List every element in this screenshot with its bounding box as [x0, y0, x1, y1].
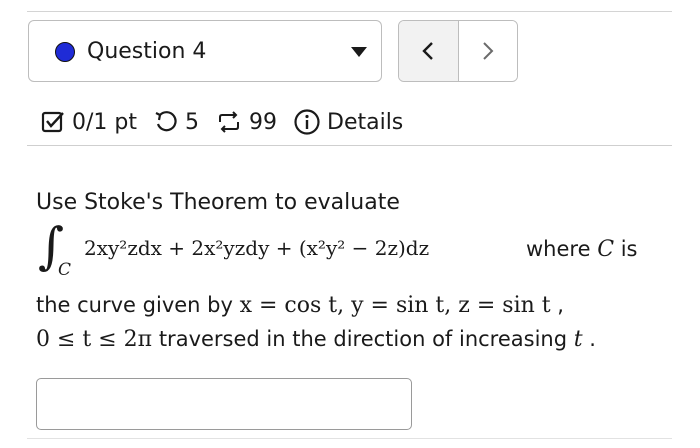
- next-question-button[interactable]: [458, 21, 517, 81]
- traversed-text: traversed in the direction of increasing: [158, 327, 568, 351]
- checkbox-icon: [40, 109, 66, 135]
- curve-description: the curve given by x = cos t, y = sin t,…: [36, 290, 564, 321]
- is-text: is: [620, 237, 638, 261]
- section-divider: [27, 145, 672, 146]
- submissions-count: 99: [249, 109, 277, 135]
- dropdown-caret-icon: [351, 47, 367, 57]
- top-divider: [27, 11, 672, 12]
- previous-question-button[interactable]: [399, 21, 459, 81]
- problem-intro: Use Stoke's Theorem to evaluate: [36, 190, 400, 215]
- integral-subscript: C: [58, 260, 72, 280]
- retries-count: 5: [185, 109, 199, 135]
- question-meta: 0/1 pt 5 99 Details: [40, 104, 403, 140]
- period: .: [589, 327, 596, 351]
- comma: ,: [557, 293, 564, 317]
- integral-line: ∫ C 2xy²zdx + 2x²yzdy + (x²y² − 2z)dz wh…: [36, 217, 676, 286]
- question-select[interactable]: Question 4: [28, 20, 382, 82]
- parameter-range: 0 ≤ t ≤ 2π: [36, 327, 153, 352]
- repeat-icon: [215, 109, 243, 135]
- integrand: 2xy²zdx + 2x²yzdy + (x²y² − 2z)dz: [84, 236, 430, 260]
- where-text: where: [526, 237, 591, 261]
- chevron-right-icon: [483, 42, 494, 60]
- details-link[interactable]: Details: [327, 110, 403, 135]
- question-status-dot: [55, 42, 75, 62]
- score-text: 0/1 pt: [72, 109, 137, 135]
- curve-text: the curve given by: [36, 293, 233, 317]
- info-icon[interactable]: [293, 108, 321, 136]
- bottom-divider: [27, 438, 672, 439]
- answer-input[interactable]: [36, 378, 412, 430]
- integral-tail: where C is: [526, 237, 638, 262]
- curve-variable: C: [597, 237, 615, 262]
- question-label: Question 4: [87, 39, 207, 64]
- undo-icon: [153, 109, 179, 135]
- chevron-left-icon: [422, 42, 434, 60]
- range-description: 0 ≤ t ≤ 2π traversed in the direction of…: [36, 324, 596, 355]
- parameter-variable: t: [573, 327, 583, 352]
- curve-equations: x = cos t, y = sin t, z = sin t: [239, 293, 551, 318]
- question-nav-group: [398, 20, 518, 82]
